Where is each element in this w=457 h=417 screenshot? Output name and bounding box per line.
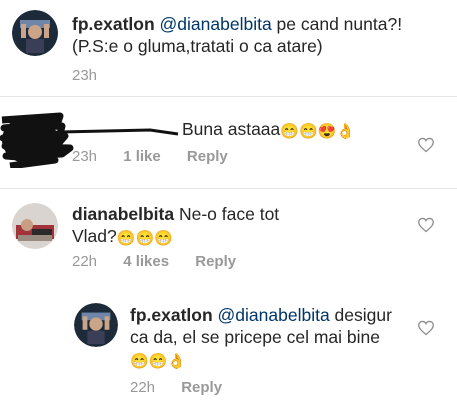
comment-time: 23h [72,67,98,84]
emoji-group: 😁😁😍👌 [280,123,355,140]
comment-dianabelbita: dianabelbita Ne-o face tot Vlad?😁😁😁 22h … [0,189,457,284]
heart-icon[interactable] [417,320,435,336]
comment-redacted: Buna astaaa😁😁😍👌 23h 1 like Reply [0,97,457,187]
emoji-group: 😁😁😁 [116,230,173,247]
comment-mention[interactable]: @dianabelbita [218,305,330,325]
avatar[interactable] [74,303,118,347]
comment-time: 22h [72,253,98,270]
comment-text: dianabelbita Ne-o face tot Vlad?😁😁😁 [72,203,322,248]
reply-button[interactable]: Reply [195,253,236,270]
comment-username[interactable]: fp.exatlon [72,14,155,34]
comment-username[interactable]: fp.exatlon [130,305,213,325]
comment-reply-fp-exatlon: fp.exatlon @dianabelbita desigur ca da, … [0,290,457,417]
heart-icon[interactable] [417,137,435,153]
comment-likes[interactable]: 4 likes [123,253,169,270]
comment-fp-exatlon-1: fp.exatlon @dianabelbita pe cand nunta?!… [0,0,457,95]
reply-button[interactable]: Reply [181,379,222,396]
comment-text: fp.exatlon @dianabelbita pe cand nunta?!… [72,13,432,57]
comment-time: 22h [130,379,156,396]
comment-meta: 23h 1 like Reply [72,148,250,165]
comment-mention[interactable]: @dianabelbita [160,14,272,34]
comment-text: fp.exatlon @dianabelbita desigur ca da, … [130,304,400,371]
emoji-group: 😁😁👌 [130,353,187,370]
comment-body: Buna astaaa [182,119,281,139]
comment-meta: 23h [72,67,119,84]
avatar-image [12,203,58,249]
avatar-image [12,10,58,56]
comment-meta: 22h 4 likes Reply [72,253,258,270]
avatar[interactable] [12,10,58,56]
comment-likes[interactable]: 1 like [123,148,161,165]
comment-username[interactable]: dianabelbita [72,204,174,224]
avatar-image [74,303,118,347]
comment-time: 23h [72,148,98,165]
comment-text: Buna astaaa😁😁😍👌 [182,118,355,141]
avatar[interactable] [12,203,58,249]
comment-meta: 22h Reply [130,379,244,396]
heart-icon[interactable] [417,217,435,233]
reply-button[interactable]: Reply [187,148,228,165]
